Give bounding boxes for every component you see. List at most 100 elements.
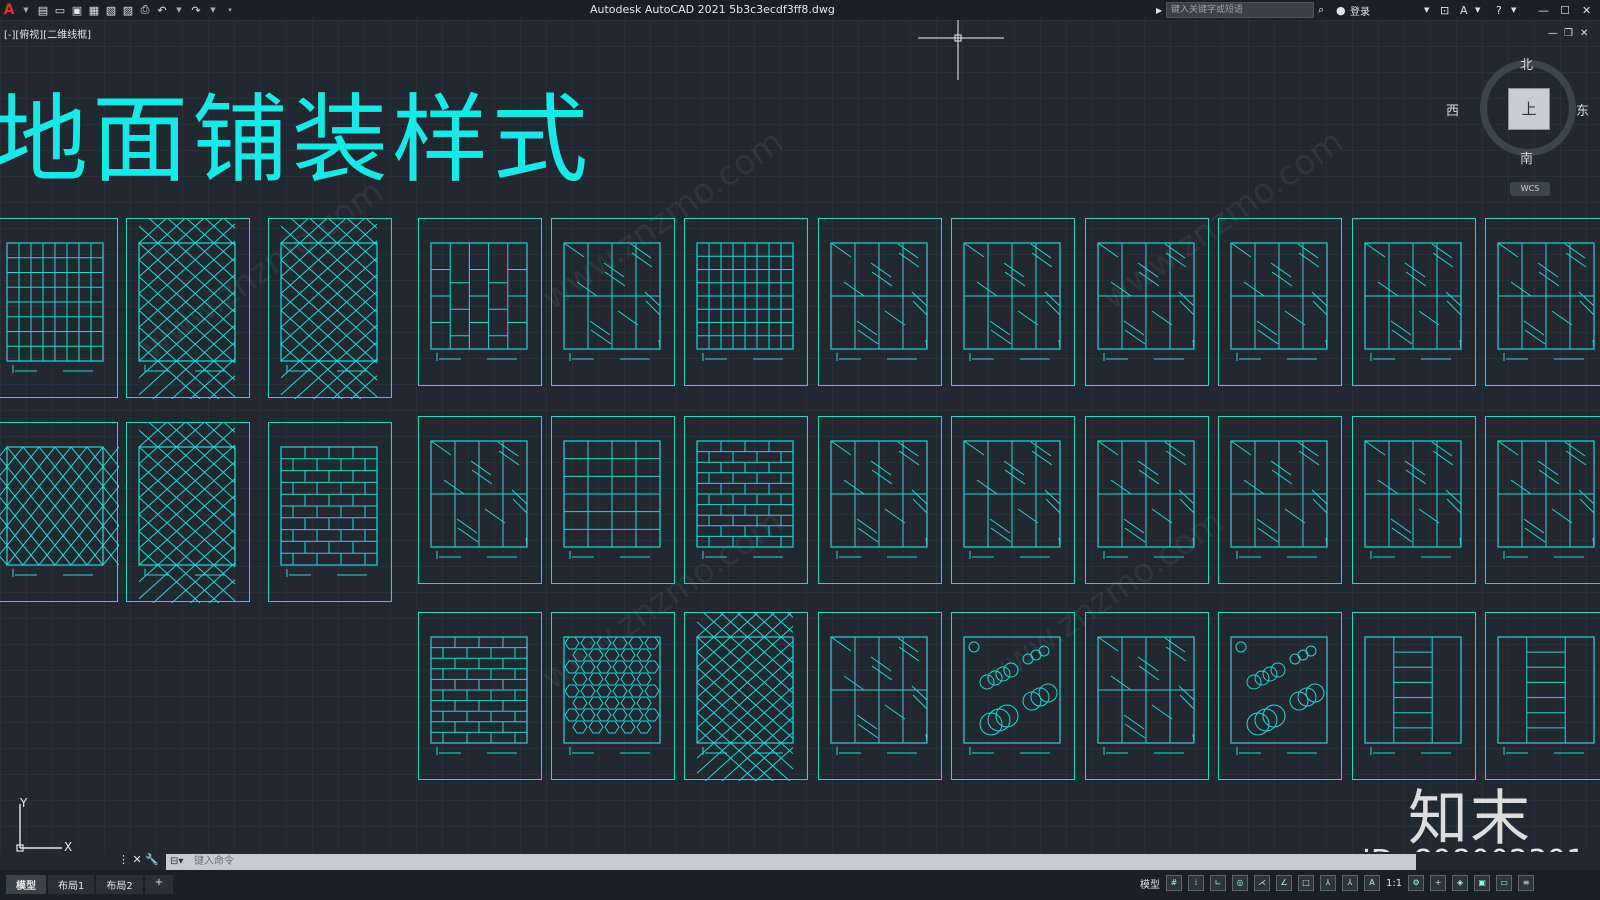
viewport-label[interactable]: [-][俯视][二维线框] xyxy=(4,26,91,41)
undo-icon[interactable]: ↶ xyxy=(155,3,169,17)
login-label[interactable]: 登录 xyxy=(1350,2,1370,18)
snap-icon[interactable]: ⁞ xyxy=(1188,875,1204,891)
pattern-sheet[interactable] xyxy=(1085,416,1209,584)
compass-north[interactable]: 北 xyxy=(1520,54,1533,73)
osnap-tracking-icon[interactable]: ∠ xyxy=(1276,875,1292,891)
annotation-visibility-icon[interactable]: ⅄ xyxy=(1342,875,1358,891)
save-icon[interactable]: ▣ xyxy=(70,3,84,17)
compass-east[interactable]: 东 xyxy=(1576,100,1589,119)
pattern-sheet[interactable] xyxy=(268,422,392,602)
polar-icon[interactable]: ◎ xyxy=(1232,875,1248,891)
pattern-sheet[interactable] xyxy=(1352,416,1476,584)
pattern-sheet[interactable] xyxy=(818,416,942,584)
search-input[interactable]: 键入关键字或短语 xyxy=(1166,2,1314,18)
pattern-sheet[interactable] xyxy=(684,612,808,781)
grid-icon[interactable]: # xyxy=(1166,875,1182,891)
user-icon[interactable]: ● xyxy=(1336,2,1346,18)
drawing-area[interactable]: www.znzmo.com www.znzmo.com www.znzmo.co… xyxy=(0,20,1600,852)
customize-toolbar-icon[interactable]: ▾ xyxy=(223,3,237,17)
save-as-icon[interactable]: ▦ xyxy=(87,3,101,17)
viewport-close-icon[interactable]: ✕ xyxy=(1580,28,1588,39)
redo-icon[interactable]: ↷ xyxy=(189,3,203,17)
pattern-sheet[interactable] xyxy=(818,218,942,386)
pattern-sheet[interactable] xyxy=(684,218,808,386)
hardware-accel-icon[interactable]: ▣ xyxy=(1474,875,1491,891)
a360-icon[interactable]: A xyxy=(1460,2,1468,18)
annotation-icon[interactable]: ⅄ xyxy=(1320,875,1336,891)
pattern-sheet[interactable] xyxy=(1352,612,1476,780)
pattern-sheet[interactable] xyxy=(1352,218,1476,386)
pattern-sheet[interactable] xyxy=(0,422,119,602)
tab-layout1[interactable]: 布局1 xyxy=(48,875,95,894)
pattern-sheet[interactable] xyxy=(951,218,1075,386)
ortho-icon[interactable]: ∟ xyxy=(1210,875,1226,891)
add-icon[interactable]: + xyxy=(1430,875,1447,891)
isolate-objects-icon[interactable]: ◈ xyxy=(1452,875,1469,891)
viewport-restore-icon[interactable]: ❐ xyxy=(1564,28,1573,39)
print-icon[interactable]: ⎙ xyxy=(138,3,152,17)
pattern-sheet[interactable] xyxy=(1485,416,1600,584)
pattern-sheet[interactable] xyxy=(551,416,675,584)
close-command-icon[interactable]: ✕ xyxy=(133,853,142,866)
command-line-input[interactable]: ⊟▾ 键入命令 xyxy=(166,854,1416,870)
pattern-sheet[interactable] xyxy=(551,612,675,780)
pattern-sheet[interactable] xyxy=(951,612,1075,780)
pattern-sheet[interactable] xyxy=(1085,612,1209,780)
open-file-icon[interactable]: ▭ xyxy=(53,3,67,17)
tab-layout2[interactable]: 布局2 xyxy=(96,875,143,894)
expand-arrow-icon[interactable]: ▶ xyxy=(1156,2,1162,18)
isodraft-icon[interactable]: ⋌ xyxy=(1254,875,1270,891)
model-space-toggle[interactable]: 模型 xyxy=(1140,876,1160,891)
pattern-sheet[interactable] xyxy=(1218,612,1342,780)
pattern-sheet[interactable] xyxy=(418,416,542,584)
pattern-sheet[interactable] xyxy=(818,612,942,780)
chevron-down-icon[interactable]: ▼ xyxy=(1424,2,1429,18)
add-layout-button[interactable]: + xyxy=(144,875,174,894)
grip-icon[interactable]: ⋮ xyxy=(118,853,129,866)
clean-screen-icon[interactable]: ▭ xyxy=(1496,875,1513,891)
pattern-sheet[interactable] xyxy=(1218,416,1342,584)
compass-west[interactable]: 西 xyxy=(1446,100,1459,119)
pattern-sheet[interactable] xyxy=(1085,218,1209,386)
viewcube-top-face[interactable]: 上 xyxy=(1508,88,1550,130)
compass-south[interactable]: 南 xyxy=(1520,148,1533,167)
workspace-gear-icon[interactable]: ⚙ xyxy=(1408,875,1425,891)
close-icon[interactable]: ✕ xyxy=(1582,2,1591,18)
annotation-scale-icon[interactable]: A xyxy=(1364,875,1380,891)
customize-icon[interactable]: 🔧 xyxy=(145,853,159,866)
viewcube[interactable]: 上 北 南 西 东 xyxy=(1446,58,1589,167)
publish-icon[interactable]: ▧ xyxy=(104,3,118,17)
new-file-icon[interactable]: ▤ xyxy=(36,3,50,17)
pattern-sheet[interactable] xyxy=(418,218,542,386)
pattern-sheet[interactable] xyxy=(1218,218,1342,386)
cart-icon[interactable]: ⊡ xyxy=(1440,2,1449,18)
pattern-sheet[interactable] xyxy=(126,218,250,399)
autocad-logo-icon[interactable]: A xyxy=(2,2,16,18)
plot-preview-icon[interactable]: ▨ xyxy=(121,3,135,17)
pattern-sheet[interactable] xyxy=(126,422,250,603)
pattern-sheet[interactable] xyxy=(268,218,392,399)
command-prompt-icon[interactable]: ⊟▾ xyxy=(170,854,183,870)
pattern-sheet[interactable] xyxy=(684,416,808,584)
tab-model[interactable]: 模型 xyxy=(6,875,46,894)
undo-dropdown-icon[interactable]: ▼ xyxy=(172,3,186,17)
pattern-sheet[interactable] xyxy=(418,612,542,780)
redo-dropdown-icon[interactable]: ▼ xyxy=(206,3,220,17)
pattern-sheet[interactable] xyxy=(1485,218,1600,386)
customize-menu-icon[interactable]: ≡ xyxy=(1518,875,1535,891)
help-icon[interactable]: ? xyxy=(1496,2,1502,18)
osnap-icon[interactable]: □ xyxy=(1298,875,1314,891)
annotation-scale[interactable]: 1:1 xyxy=(1386,878,1402,889)
viewport-minimize-icon[interactable]: — xyxy=(1548,28,1558,39)
pattern-sheet[interactable] xyxy=(951,416,1075,584)
chevron-down-icon[interactable]: ▼ xyxy=(1511,2,1516,18)
pattern-sheet[interactable] xyxy=(551,218,675,386)
pattern-sheet[interactable] xyxy=(0,218,118,398)
minimize-icon[interactable]: — xyxy=(1538,2,1549,18)
search-icon[interactable]: ⌕ xyxy=(1318,2,1324,18)
wcs-menu[interactable]: WCS xyxy=(1510,182,1550,196)
maximize-icon[interactable]: ☐ xyxy=(1560,2,1570,18)
pattern-sheet[interactable] xyxy=(1485,612,1600,780)
chevron-down-icon[interactable]: ▼ xyxy=(19,3,33,17)
chevron-down-icon[interactable]: ▼ xyxy=(1475,2,1480,18)
